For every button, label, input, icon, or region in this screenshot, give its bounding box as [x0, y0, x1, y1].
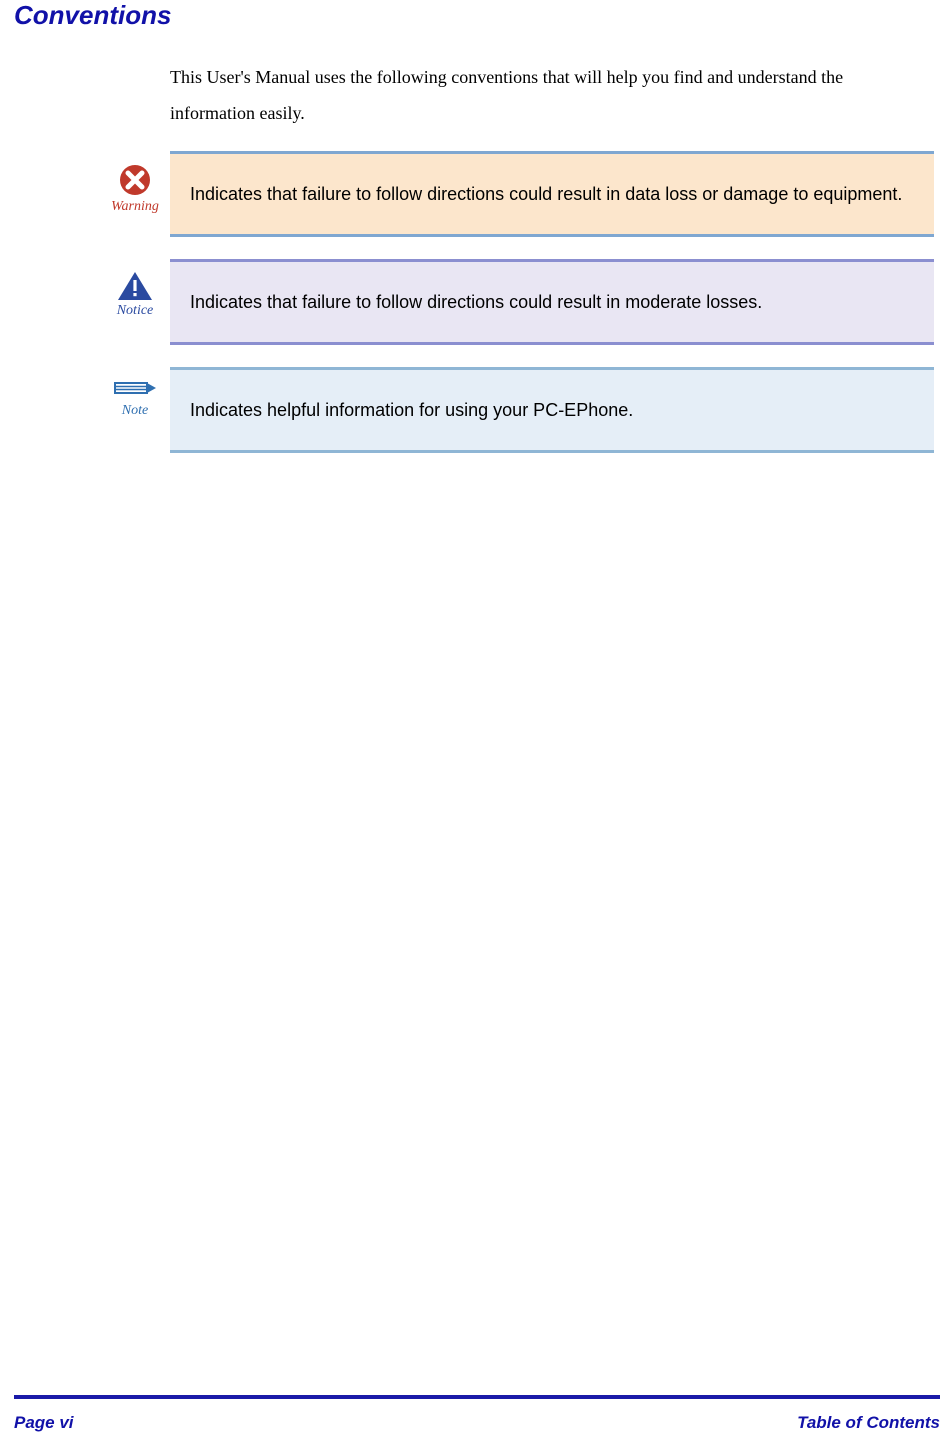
footer-divider [14, 1395, 940, 1399]
callouts-container: Warning Indicates that failure to follow… [100, 151, 934, 453]
note-pencil-icon [113, 379, 157, 401]
warning-text: Indicates that failure to follow directi… [170, 151, 934, 237]
intro-paragraph: This User's Manual uses the following co… [170, 59, 930, 131]
notice-icon-column: Notice [100, 259, 170, 319]
callout-warning: Warning Indicates that failure to follow… [100, 151, 934, 237]
note-icon-column: Note [100, 367, 170, 419]
callout-note: Note Indicates helpful information for u… [100, 367, 934, 453]
notice-triangle-icon [117, 271, 153, 301]
footer-page-number: Page vi [14, 1413, 74, 1433]
section-heading: Conventions [0, 0, 944, 31]
notice-icon-label: Notice [117, 303, 154, 319]
note-text: Indicates helpful information for using … [170, 367, 934, 453]
notice-text: Indicates that failure to follow directi… [170, 259, 934, 345]
callout-notice: Notice Indicates that failure to follow … [100, 259, 934, 345]
page-footer: Page vi Table of Contents [14, 1413, 940, 1433]
warning-x-icon [118, 163, 152, 197]
notice-box-column: Indicates that failure to follow directi… [170, 259, 934, 345]
warning-icon-label: Warning [111, 199, 159, 215]
footer-section-title: Table of Contents [797, 1413, 940, 1433]
note-icon-label: Note [122, 403, 148, 419]
warning-icon-column: Warning [100, 151, 170, 215]
note-box-column: Indicates helpful information for using … [170, 367, 934, 453]
document-page: Conventions This User's Manual uses the … [0, 0, 944, 1443]
warning-box-column: Indicates that failure to follow directi… [170, 151, 934, 237]
